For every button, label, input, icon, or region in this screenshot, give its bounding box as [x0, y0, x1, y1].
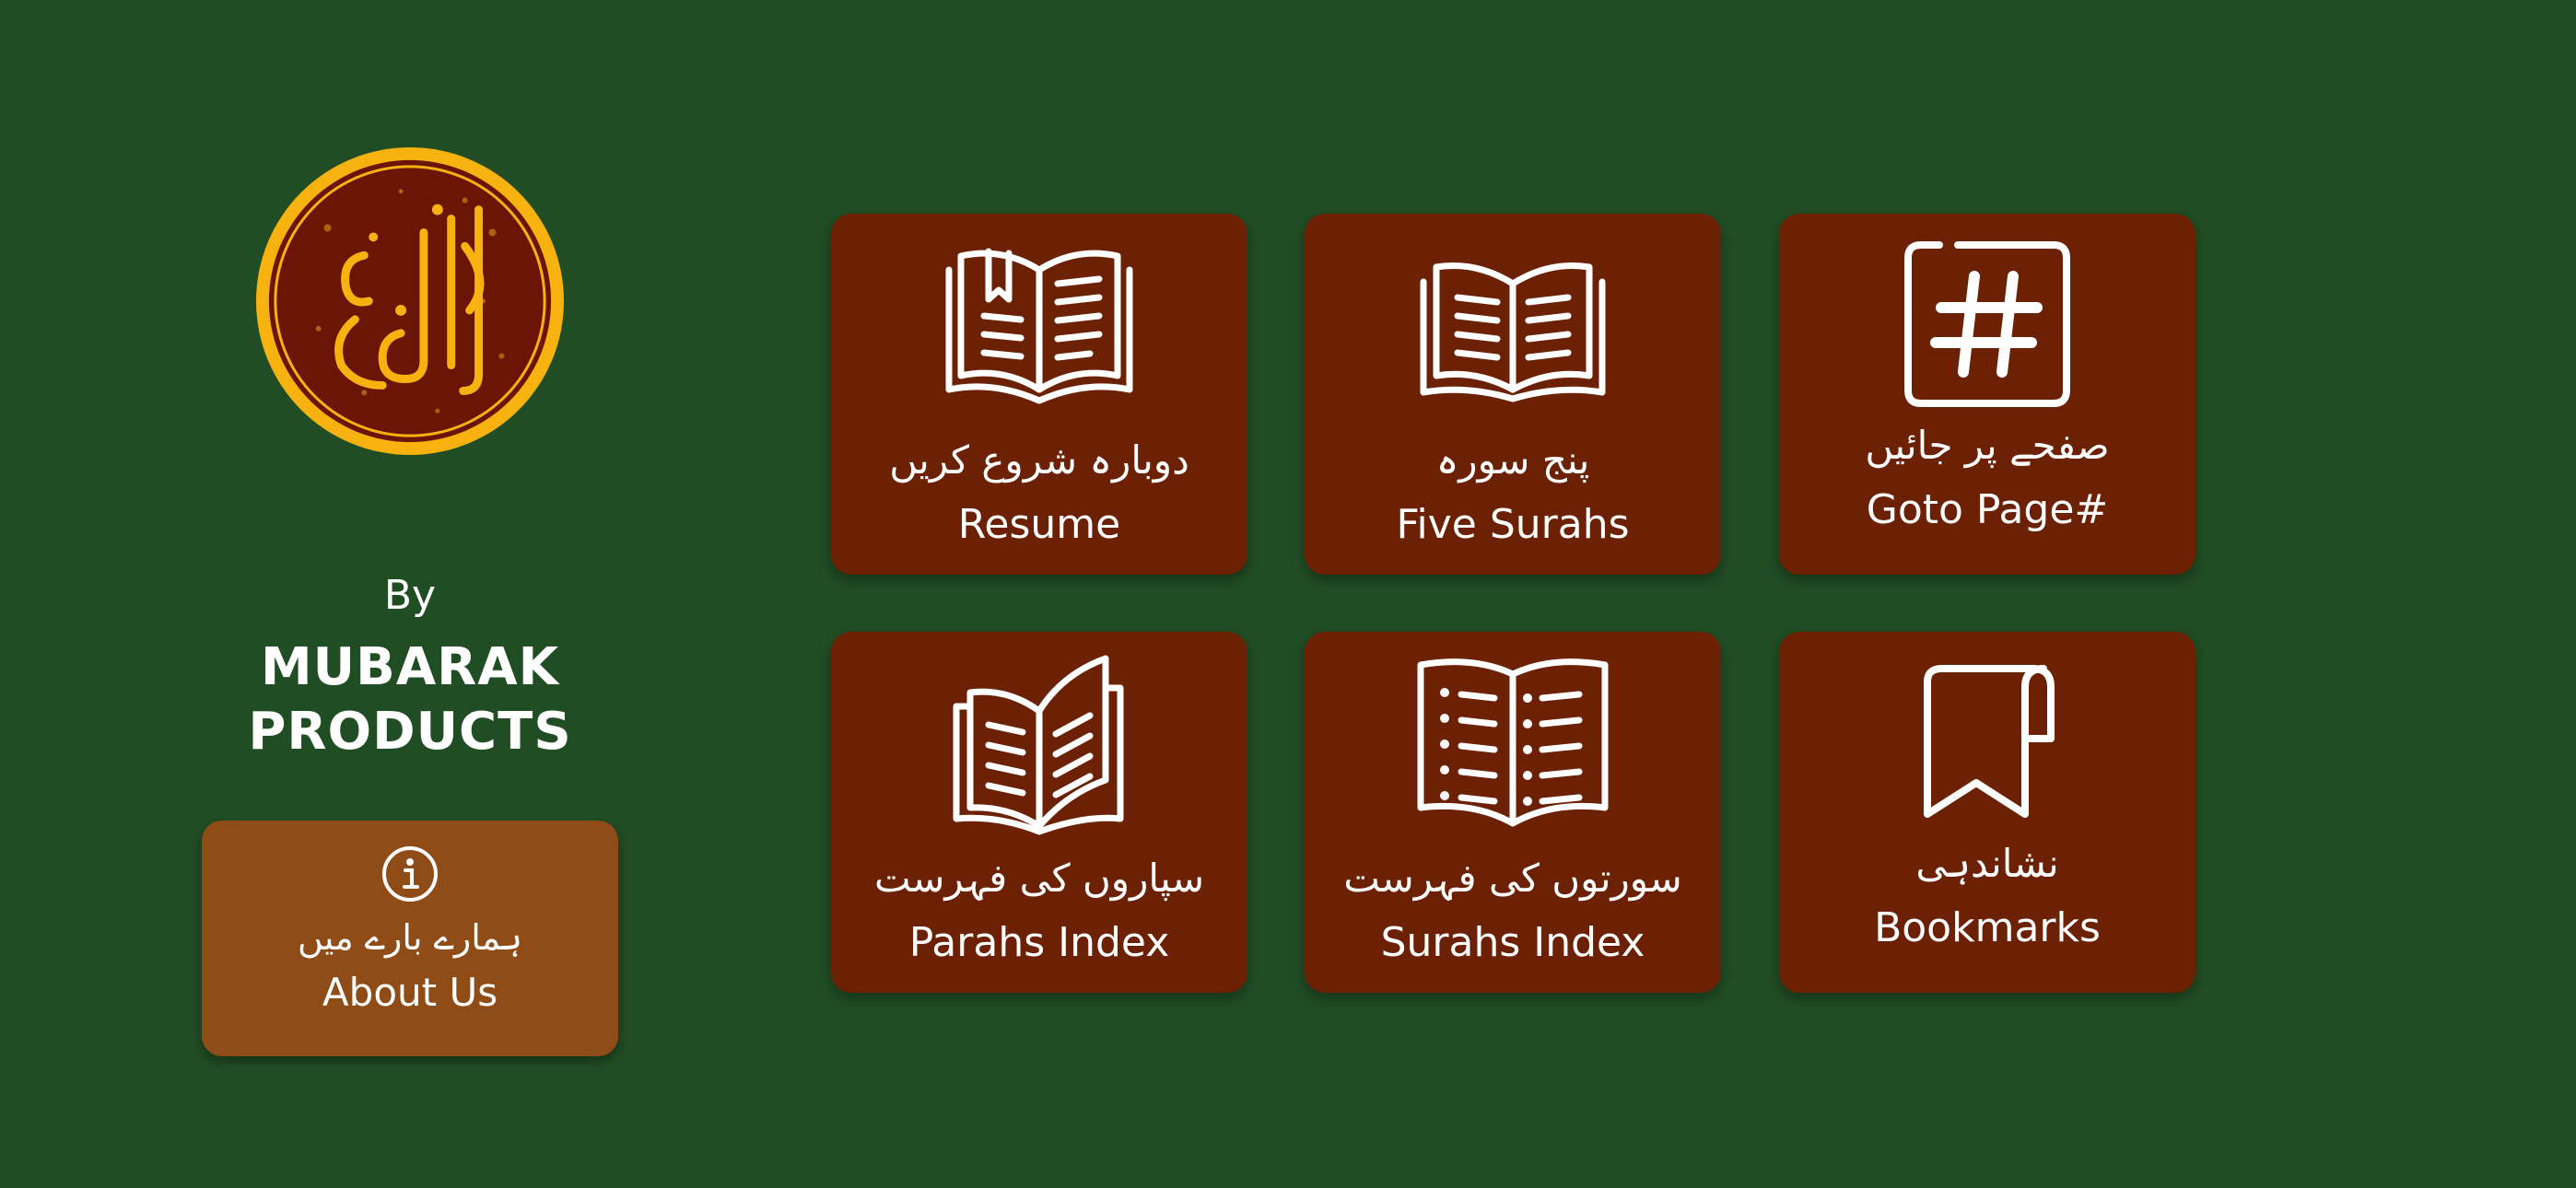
surahs-index-label: Surahs Index [1380, 919, 1645, 966]
surahs-index-urdu-label: سورتوں کی فہرست [1343, 856, 1682, 901]
five-surahs-tile[interactable]: پنج سورہ Five Surahs [1305, 214, 1721, 575]
resume-label: Resume [957, 501, 1121, 548]
parahs-index-label: Parahs Index [908, 919, 1170, 966]
bookmark-icon [1924, 665, 2055, 818]
hash-icon [1904, 241, 2070, 407]
goto-page-label: Goto Page# [1866, 486, 2109, 533]
open-book-bullets-icon [1417, 658, 1609, 827]
about-us-button[interactable]: ہمارے بارے میں About Us [202, 821, 618, 1056]
company-name-line2: PRODUCTS [248, 702, 572, 762]
parahs-index-urdu-label: سپاروں کی فہرست [873, 856, 1205, 901]
info-icon [382, 846, 438, 902]
goto-page-tile[interactable]: صفحے پر جائیں Goto Page# [1779, 214, 2195, 575]
open-book-list-icon [953, 655, 1124, 835]
five-surahs-urdu-label: پنج سورہ [1435, 437, 1590, 483]
open-book-bookmark-icon [945, 248, 1133, 404]
bookmarks-tile[interactable]: نشاندہی Bookmarks [1779, 632, 2195, 993]
bookmarks-urdu-label: نشاندہی [1915, 841, 2059, 886]
bookmarks-label: Bookmarks [1874, 904, 2101, 951]
resume-tile[interactable]: دوبارہ شروع کریں Resume [831, 214, 1247, 575]
resume-urdu-label: دوبارہ شروع کریں [889, 437, 1189, 483]
company-name-line1: MUBARAK [260, 637, 560, 697]
parahs-index-tile[interactable]: سپاروں کی فہرست Parahs Index [831, 632, 1247, 993]
surahs-index-tile[interactable]: سورتوں کی فہرست Surahs Index [1305, 632, 1721, 993]
about-us-urdu-label: ہمارے بارے میں [297, 917, 523, 958]
company-name: MUBARAK PRODUCTS [203, 635, 617, 764]
open-book-icon [1420, 262, 1606, 402]
quran-logo-icon [255, 146, 565, 456]
goto-page-urdu-label: صفحے پر جائیں [1865, 423, 2110, 468]
five-surahs-label: Five Surahs [1396, 501, 1630, 548]
home-screen: By MUBARAK PRODUCTS ہمارے بارے میں About… [0, 0, 2576, 1188]
about-us-label: About Us [322, 970, 498, 1015]
by-label: By [383, 572, 437, 619]
